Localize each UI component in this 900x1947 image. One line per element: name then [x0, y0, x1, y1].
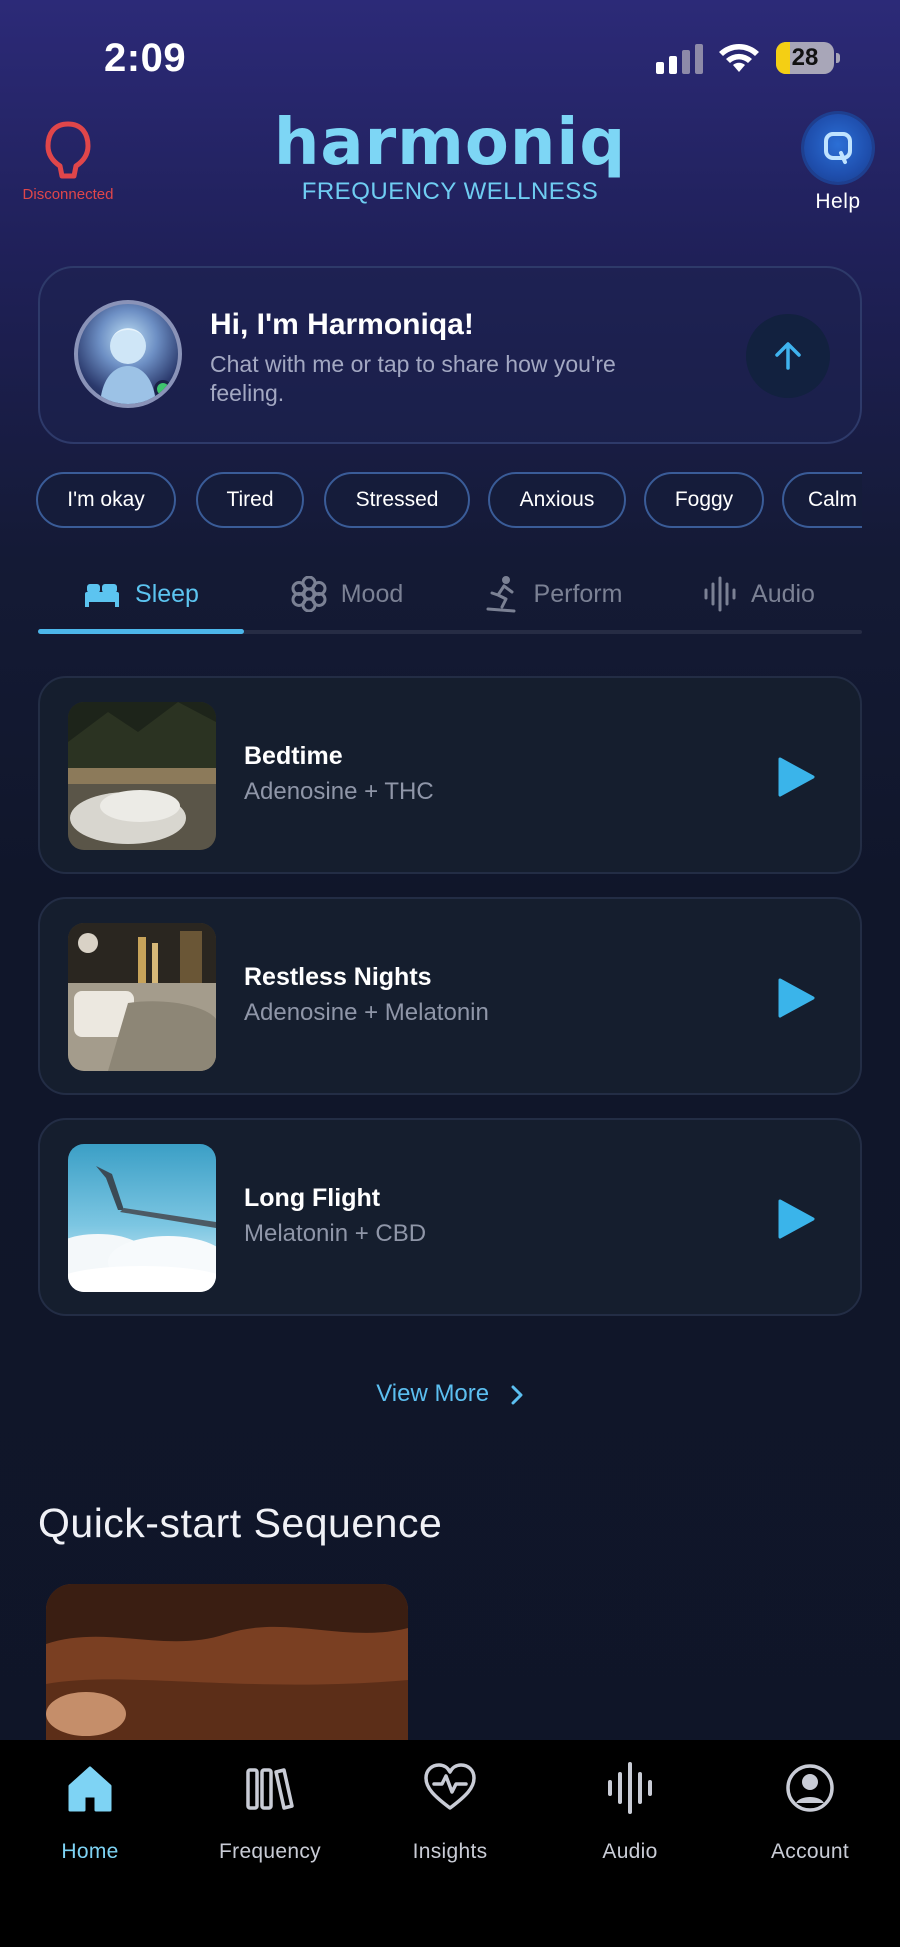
tab-audio[interactable]: Audio [656, 556, 862, 632]
brand-tagline: FREQUENCY WELLNESS [301, 178, 599, 205]
mood-chip[interactable]: Foggy [644, 472, 764, 528]
status-bar: 2:09 28 [0, 0, 900, 110]
chat-send-button[interactable] [746, 314, 830, 398]
session-thumbnail [68, 1144, 216, 1292]
mood-chip[interactable]: I'm okay [36, 472, 176, 528]
mood-chip[interactable]: Tired [196, 472, 304, 528]
headband-device-icon [45, 121, 91, 179]
nav-label: Frequency [219, 1840, 321, 1863]
mood-chip[interactable]: Anxious [488, 472, 626, 528]
account-icon [786, 1764, 834, 1812]
help-label: Help [815, 190, 861, 213]
library-icon [246, 1768, 294, 1810]
help-button[interactable]: Help [800, 114, 876, 214]
soundwave-icon [608, 1762, 652, 1814]
quick-start-heading: Quick-start Sequence [38, 1500, 443, 1546]
wifi-icon [719, 44, 759, 72]
quick-start-card[interactable] [46, 1584, 408, 1744]
mood-chip[interactable]: Calm [782, 472, 862, 528]
home-icon [68, 1766, 112, 1812]
tab-sleep[interactable]: Sleep [38, 556, 244, 632]
device-status-label: Disconnected [22, 186, 114, 203]
session-subtitle: Adenosine + Melatonin [244, 999, 489, 1026]
view-more-label: View More [376, 1380, 490, 1407]
chat-prompt: Chat with me or tap to share how you're … [210, 351, 616, 406]
quick-start-thumbnail [46, 1584, 408, 1744]
online-indicator [154, 380, 172, 398]
chevron-right-icon [511, 1385, 523, 1405]
nav-label: Audio [602, 1840, 658, 1863]
session-thumbnail [68, 923, 216, 1071]
nav-label: Account [771, 1840, 849, 1863]
nav-insights[interactable]: Insights [360, 1758, 540, 1864]
nav-account[interactable]: Account [720, 1758, 900, 1864]
flower-icon [291, 576, 327, 612]
session-card-long-flight[interactable]: Long Flight Melatonin + CBD [38, 1118, 862, 1316]
nav-home[interactable]: Home [0, 1758, 180, 1864]
nav-audio[interactable]: Audio [540, 1758, 720, 1864]
brand-logo: harmoniq FREQUENCY WELLNESS [250, 106, 650, 206]
soundwave-icon [704, 576, 736, 612]
assistant-chat-card[interactable]: Hi, I'm Harmoniqa! Chat with me or tap t… [38, 266, 862, 444]
skier-icon [486, 576, 516, 613]
mood-chip[interactable]: Stressed [324, 472, 470, 528]
brand-name: harmoniq [273, 106, 627, 180]
tab-label: Audio [751, 579, 815, 608]
cellular-signal-icon [656, 44, 703, 74]
tab-label: Mood [340, 579, 404, 608]
battery-level: 28 [791, 44, 819, 71]
device-connection-status[interactable]: Disconnected [16, 120, 120, 203]
session-card-bedtime[interactable]: Bedtime Adenosine + THC [38, 676, 862, 874]
session-subtitle: Adenosine + THC [244, 778, 434, 805]
nav-frequency[interactable]: Frequency [180, 1758, 360, 1864]
session-card-restless-nights[interactable]: Restless Nights Adenosine + Melatonin [38, 897, 862, 1095]
session-thumbnail [68, 702, 216, 850]
nav-label: Home [61, 1840, 119, 1863]
tab-mood[interactable]: Mood [244, 556, 450, 632]
bed-icon [85, 584, 120, 607]
battery-indicator: 28 [776, 42, 840, 74]
session-title: Bedtime [244, 742, 343, 770]
tab-label: Sleep [135, 579, 199, 608]
assistant-q-icon [824, 132, 852, 164]
assistant-avatar [74, 300, 182, 408]
chat-greeting: Hi, I'm Harmoniqa! [210, 308, 474, 341]
nav-label: Insights [412, 1840, 488, 1863]
active-tab-indicator [38, 629, 244, 634]
category-tabs: Sleep Mood Perform Audio [38, 556, 862, 636]
session-title: Restless Nights [244, 963, 432, 991]
play-icon[interactable] [776, 756, 816, 798]
mood-chip-row[interactable]: I'm okay Tired Stressed Anxious Foggy Ca… [36, 472, 862, 530]
tab-perform[interactable]: Perform [450, 556, 656, 632]
tab-label: Perform [533, 579, 623, 608]
bottom-navigation: Home Frequency Insights Audio Account [0, 1740, 900, 1947]
session-subtitle: Melatonin + CBD [244, 1220, 427, 1247]
play-icon[interactable] [776, 977, 816, 1019]
play-icon[interactable] [776, 1198, 816, 1240]
clock: 2:09 [104, 36, 187, 80]
session-title: Long Flight [244, 1184, 381, 1212]
heart-pulse-icon [424, 1763, 476, 1810]
arrow-up-icon [775, 342, 801, 370]
view-more-link[interactable]: View More [0, 1380, 900, 1408]
